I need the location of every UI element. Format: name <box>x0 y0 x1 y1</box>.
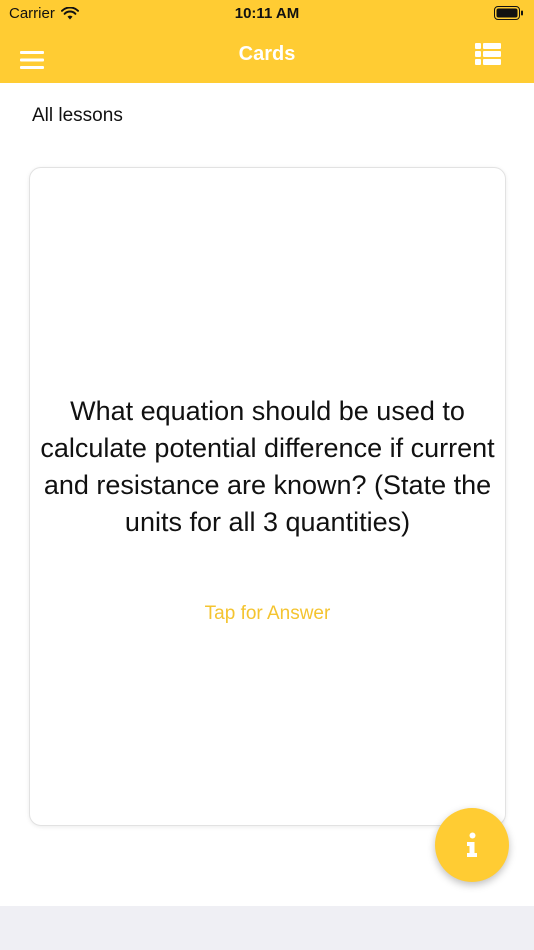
list-view-button[interactable] <box>475 43 501 65</box>
flashcard[interactable]: What equation should be used to calculat… <box>29 167 506 826</box>
list-icon <box>475 43 501 65</box>
page-title: Cards <box>238 43 296 65</box>
info-icon <box>467 832 477 857</box>
bottom-bar <box>0 906 534 950</box>
info-button[interactable] <box>435 808 509 882</box>
card-question: What equation should be used to calculat… <box>40 396 495 537</box>
status-bar: Carrier 10:11 AM <box>0 0 534 28</box>
tap-for-answer-hint[interactable]: Tap for Answer <box>30 603 505 625</box>
navigation-bar: Cards <box>0 28 534 83</box>
lesson-filter-label[interactable]: All lessons <box>32 105 123 127</box>
battery-icon <box>494 6 523 20</box>
status-time: 10:11 AM <box>234 5 300 22</box>
